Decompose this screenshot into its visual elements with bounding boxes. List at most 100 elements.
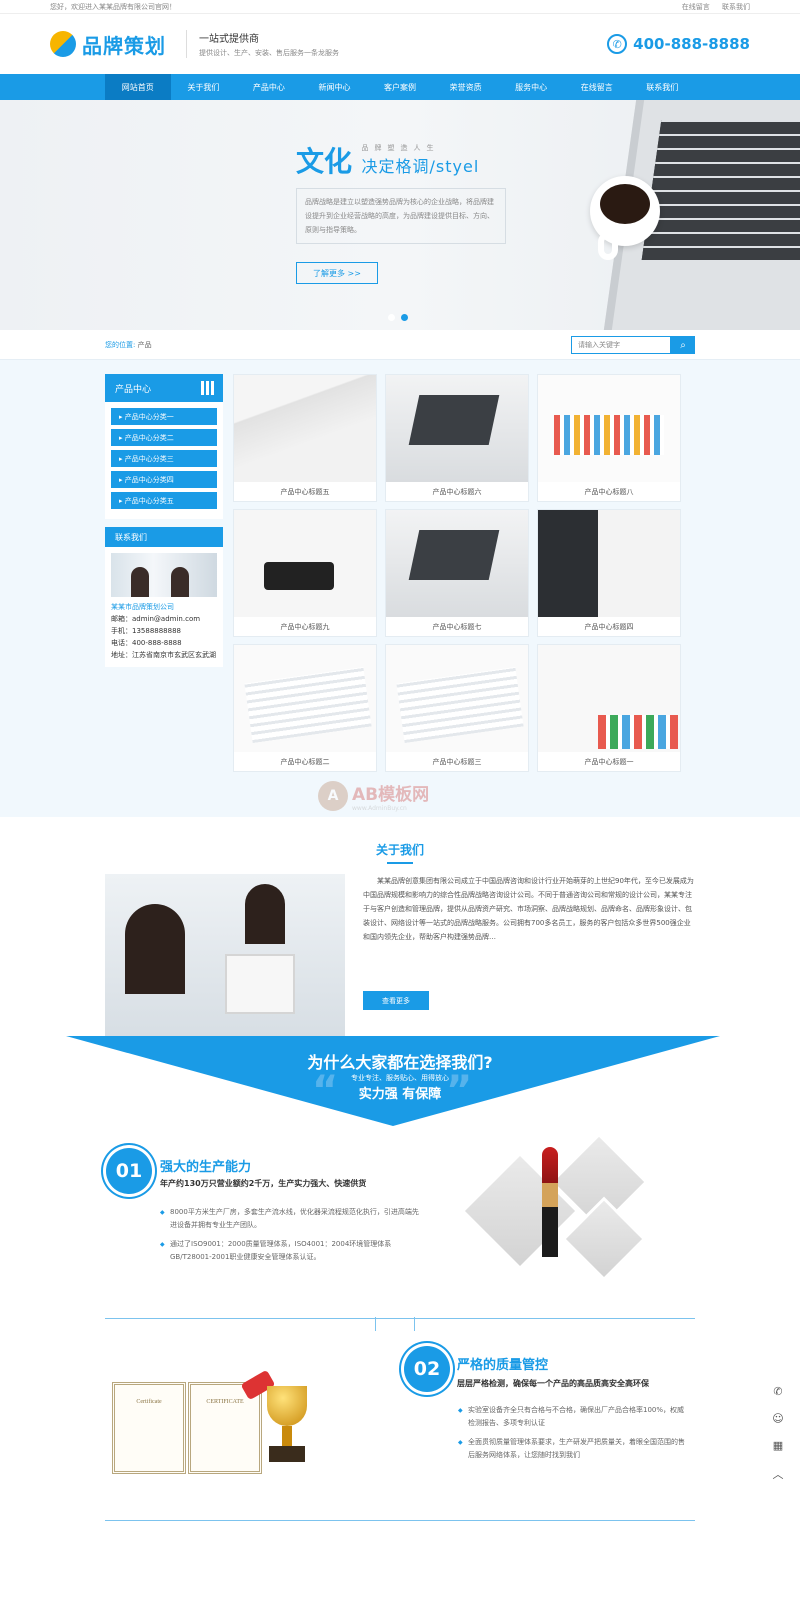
- section-divider: [105, 1520, 695, 1540]
- contact-title: 联系我们: [115, 532, 147, 542]
- product-title: 产品中心标题七: [432, 623, 482, 631]
- product-image: [234, 510, 376, 617]
- search-button[interactable]: ⌕: [671, 336, 695, 354]
- product-image: [538, 375, 680, 482]
- contact-email: 邮箱：admin@admin.com: [111, 615, 201, 623]
- product-image: [386, 375, 528, 482]
- nav-item-about[interactable]: 关于我们: [171, 74, 237, 100]
- product-title: 产品中心标题八: [584, 488, 634, 496]
- nav-item-service[interactable]: 服务中心: [498, 74, 564, 100]
- product-image: [538, 510, 680, 617]
- welcome-text: 您好，欢迎进入某某品牌有限公司官网！: [50, 3, 176, 11]
- feature-number-1: 01: [106, 1148, 152, 1194]
- banner-description: 品牌战略是建立以塑造强势品牌为核心的企业战略，将品牌建设提升到企业经营战略的高度…: [296, 188, 506, 244]
- category-item-4[interactable]: ▸ 产品中心分类四: [111, 471, 217, 488]
- chat-icon[interactable]: ☺: [770, 1412, 786, 1425]
- product-card[interactable]: 产品中心标题五: [233, 374, 377, 502]
- hero-banner: 文化 品牌塑造人生 决定格调/styel 品牌战略是建立以塑造强势品牌为核心的企…: [0, 100, 800, 330]
- search-box: 请输入关键字 ⌕: [571, 336, 695, 354]
- trophy-icon: [240, 1369, 317, 1462]
- breadcrumb-label: 您的位置:: [105, 341, 136, 349]
- contact-company: 某某市品牌策划公司: [111, 603, 174, 611]
- search-input[interactable]: 请输入关键字: [571, 336, 671, 354]
- header: 品牌策划 一站式提供商 提供设计、生产、安装、售后服务一条龙服务 ✆ 400-8…: [0, 14, 800, 74]
- product-title: 产品中心标题四: [584, 623, 634, 631]
- certificate-title: CERTIFICATE: [206, 1399, 244, 1405]
- logo-icon: [50, 31, 76, 57]
- nav-item-message[interactable]: 在线留言: [564, 74, 630, 100]
- qrcode-icon[interactable]: ▦: [770, 1439, 786, 1452]
- nav-item-products[interactable]: 产品中心: [236, 74, 302, 100]
- product-image: [538, 645, 680, 752]
- why-sub: 实力强 有保障: [358, 1087, 442, 1102]
- contact-mobile: 手机：13588888888: [111, 627, 181, 635]
- product-title: 产品中心标题一: [584, 758, 634, 766]
- nav-item-home[interactable]: 网站首页: [105, 74, 171, 100]
- feature-point: 全面贯彻质量管理体系要求，生产研发严把质量关，着眼全国范围的售后服务网络体系，让…: [458, 1436, 690, 1462]
- contact-image: [111, 553, 217, 597]
- product-card[interactable]: 产品中心标题三: [385, 644, 529, 772]
- certificates-image: Certificate CERTIFICATE: [112, 1369, 332, 1480]
- breadcrumb-path[interactable]: 产品: [138, 341, 152, 349]
- product-card[interactable]: 产品中心标题九: [233, 509, 377, 637]
- product-card[interactable]: 产品中心标题六: [385, 374, 529, 502]
- about-more-button[interactable]: 查看更多: [363, 991, 429, 1010]
- watermark-logo: A: [318, 781, 348, 811]
- floating-toolbar: ✆ ☺ ▦ ︿: [770, 1385, 786, 1482]
- main-nav: 网站首页 关于我们 产品中心 新闻中心 客户案例 荣誉资质 服务中心 在线留言 …: [0, 74, 800, 100]
- nav-item-news[interactable]: 新闻中心: [302, 74, 368, 100]
- quote-open-icon: “: [312, 1068, 339, 1114]
- breadcrumb: 您的位置: 产品: [105, 340, 152, 350]
- slider-dots: [388, 314, 408, 321]
- product-image: [386, 645, 528, 752]
- category-label: 产品中心分类一: [124, 412, 174, 421]
- watermark: A AB模板网 www.AdminBuy.cn: [318, 780, 429, 812]
- feature-title-2: 严格的质量管控: [457, 1358, 549, 1373]
- slider-dot-1[interactable]: [388, 314, 395, 321]
- sidebar: 产品中心 ▸ 产品中心分类一 ▸ 产品中心分类二 ▸ 产品中心分类三 ▸ 产品中…: [105, 374, 223, 772]
- product-card[interactable]: 产品中心标题一: [537, 644, 681, 772]
- banner-sub-text: 决定格调/styel: [361, 157, 480, 176]
- product-image: [234, 645, 376, 752]
- banner-big-text: 文化: [296, 145, 353, 178]
- phone-icon[interactable]: ✆: [770, 1385, 786, 1398]
- why-title: 为什么大家都在选择我们?: [307, 1053, 493, 1072]
- logo[interactable]: 品牌策划: [50, 30, 166, 59]
- nav-item-cases[interactable]: 客户案例: [367, 74, 433, 100]
- about-text: 某某品牌创意集团有限公司成立于中国品牌咨询和设计行业开始萌芽的上世纪90年代，至…: [363, 877, 694, 941]
- contact-phone: 电话：400-888-8888: [111, 639, 182, 647]
- category-item-3[interactable]: ▸ 产品中心分类三: [111, 450, 217, 467]
- contact-header: 联系我们: [105, 527, 223, 547]
- category-item-5[interactable]: ▸ 产品中心分类五: [111, 492, 217, 509]
- product-card[interactable]: 产品中心标题七: [385, 509, 529, 637]
- quote-close-icon: ”: [446, 1068, 473, 1114]
- product-title: 产品中心标题五: [280, 488, 330, 496]
- category-item-1[interactable]: ▸ 产品中心分类一: [111, 408, 217, 425]
- product-card[interactable]: 产品中心标题二: [233, 644, 377, 772]
- contact-box: 联系我们 某某市品牌策划公司 邮箱：admin@admin.com 手机：135…: [105, 527, 223, 667]
- category-item-2[interactable]: ▸ 产品中心分类二: [111, 429, 217, 446]
- grid-icon: [201, 381, 215, 395]
- top-link-contact[interactable]: 联系我们: [722, 3, 750, 11]
- lipstick-image: [458, 1132, 658, 1295]
- top-link-message[interactable]: 在线留言: [682, 3, 710, 11]
- about-title: 关于我们: [105, 817, 695, 864]
- product-title: 产品中心标题三: [432, 758, 482, 766]
- nav-item-contact[interactable]: 联系我们: [630, 74, 696, 100]
- certificate-title: Certificate: [136, 1399, 162, 1405]
- slogan-main: 一站式提供商: [199, 34, 259, 45]
- product-card[interactable]: 产品中心标题八: [537, 374, 681, 502]
- coffee-cup-image: [590, 176, 660, 260]
- contact-address: 地址：江苏省南京市玄武区玄武湖: [111, 651, 216, 659]
- logo-text: 品牌策划: [82, 33, 166, 58]
- feature-title-1: 强大的生产能力: [160, 1160, 252, 1175]
- sidebar-title: 产品中心: [115, 384, 152, 395]
- about-image: [105, 874, 345, 1038]
- sidebar-header: 产品中心: [105, 374, 223, 402]
- product-card[interactable]: 产品中心标题四: [537, 509, 681, 637]
- slider-dot-2[interactable]: [401, 314, 408, 321]
- banner-more-button[interactable]: 了解更多 >>: [296, 262, 378, 284]
- category-label: 产品中心分类五: [124, 496, 174, 505]
- top-icon[interactable]: ︿: [770, 1466, 786, 1482]
- nav-item-honors[interactable]: 荣誉资质: [433, 74, 499, 100]
